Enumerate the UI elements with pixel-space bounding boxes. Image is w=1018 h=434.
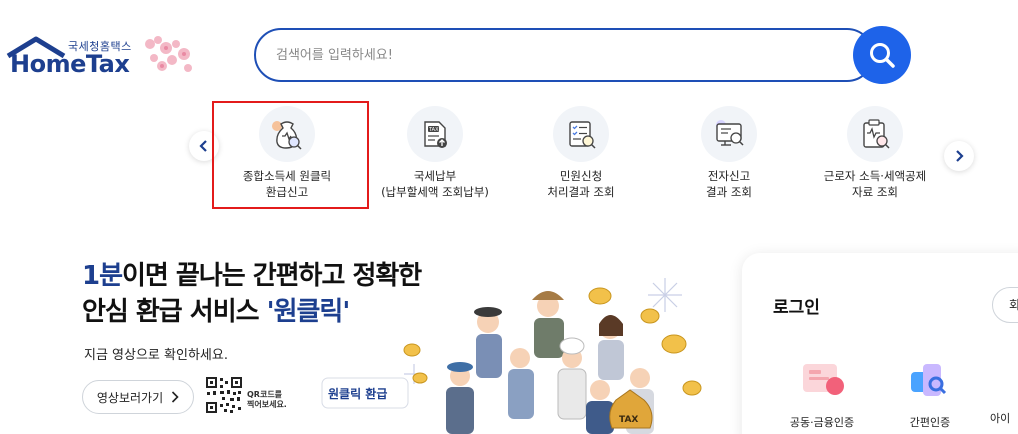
- monitor-search-icon: [701, 106, 757, 162]
- login-title: 로그인: [773, 298, 820, 318]
- tax-document-icon: TAX: [407, 106, 463, 162]
- banner-title-accent: 1분: [82, 261, 123, 291]
- search-button[interactable]: [853, 26, 911, 84]
- search-icon: [870, 43, 895, 68]
- search-input[interactable]: [276, 44, 836, 66]
- banner-subtitle: 지금 영상으로 확인하세요.: [84, 348, 228, 363]
- quick-menu-label: 민원신청 처리결과 조회: [547, 169, 615, 199]
- certificate-icon: [803, 364, 844, 395]
- id-login-button[interactable]: 아이: [990, 358, 1018, 426]
- auth-label: 아이: [990, 412, 1011, 425]
- quick-menu-e-filing-result[interactable]: 전자신고 결과 조회: [654, 104, 804, 204]
- auth-label: 공동·금융인증: [789, 416, 855, 429]
- quick-menu-label: 전자신고 결과 조회: [706, 169, 752, 199]
- auth-label: 간편인증: [909, 416, 951, 429]
- hometax-logo[interactable]: 국세청홈택스 HomeTax: [6, 34, 201, 82]
- simple-auth-icon: [911, 364, 947, 396]
- watch-video-label: 영상보러가기: [96, 390, 164, 405]
- quick-menu-label: 국세납부 (납부할세액 조회납부): [381, 169, 489, 199]
- quick-menu-income-tax-refund[interactable]: 종합소득세 원클릭 환급신고: [212, 104, 362, 204]
- qr-code-icon: [205, 376, 243, 414]
- tax-bag-label: TAX: [619, 415, 638, 425]
- money-bag-search-icon: [259, 106, 315, 162]
- simple-auth-button[interactable]: 간편인증: [890, 358, 970, 430]
- clipboard-search-icon: [847, 106, 903, 162]
- qr-caption: QR코드를 찍어보세요.: [247, 390, 287, 409]
- quick-menu-label: 근로자 소득·세액공제 자료 조회: [823, 169, 927, 199]
- quick-menu-civil-petition[interactable]: 민원신청 처리결과 조회: [506, 104, 656, 204]
- refund-sign-label: 원클릭 환급: [328, 386, 387, 401]
- chevron-left-icon: [199, 140, 207, 152]
- cherry-blossom-icon: [145, 36, 192, 72]
- quick-menu-label: 종합소득세 원클릭 환급신고: [242, 169, 332, 199]
- chevron-right-icon: [172, 391, 179, 403]
- quick-menu-national-tax-payment[interactable]: TAX 국세납부 (납부할세액 조회납부): [360, 104, 510, 204]
- svg-text:TAX: TAX: [428, 127, 439, 133]
- quick-menu-worker-deduction[interactable]: 근로자 소득·세액공제 자료 조회: [800, 104, 950, 204]
- joint-financial-cert-button[interactable]: 공동·금융인증: [782, 358, 862, 430]
- search-bar: [254, 28, 874, 82]
- watch-video-button[interactable]: 영상보러가기: [82, 380, 194, 414]
- chevron-right-icon: [956, 150, 964, 162]
- logo-title: HomeTax: [10, 50, 130, 78]
- checklist-search-icon: [553, 106, 609, 162]
- refund-service-illustration: TAX 원클릭 환급: [321, 278, 702, 434]
